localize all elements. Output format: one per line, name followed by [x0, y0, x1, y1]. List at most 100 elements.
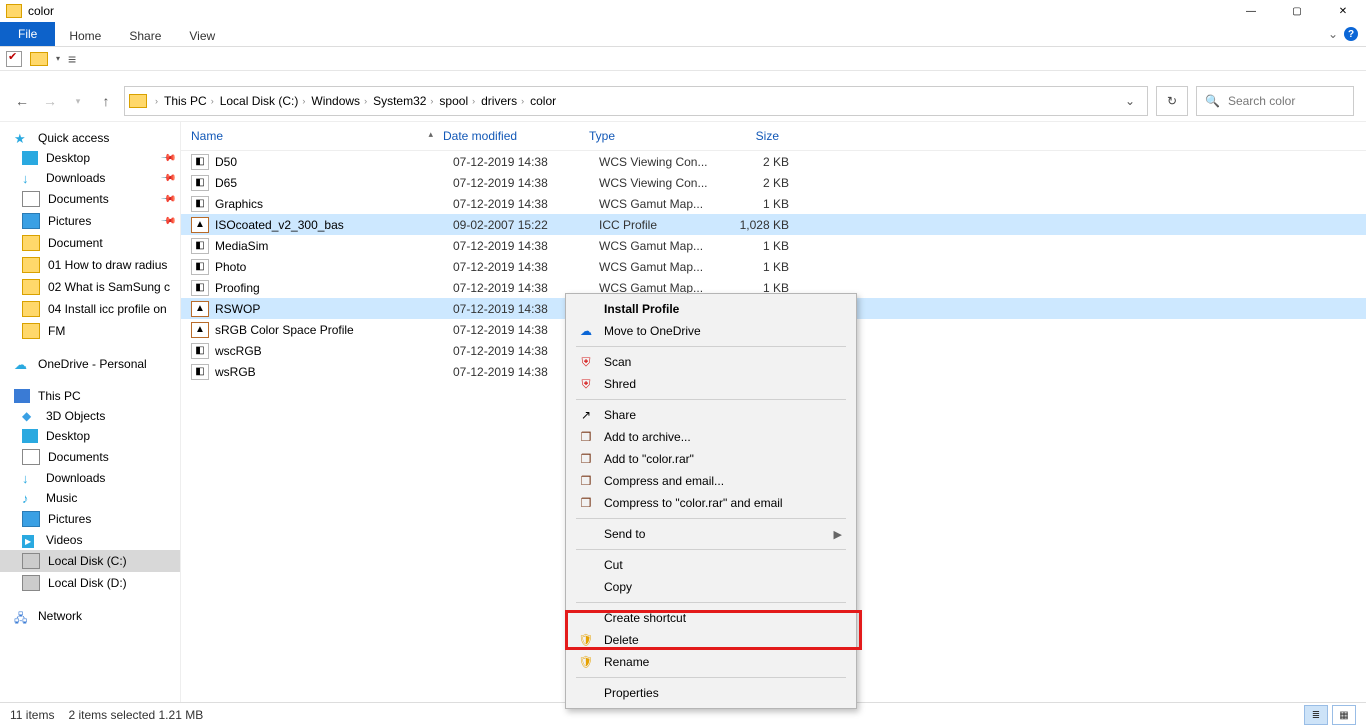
- crumb-system32[interactable]: System32›: [373, 94, 433, 108]
- sidebar-item-document[interactable]: Document: [0, 232, 180, 254]
- help-icon[interactable]: ?: [1344, 27, 1358, 41]
- pc-icon: [14, 389, 30, 403]
- view-details-button[interactable]: ≣: [1304, 705, 1328, 725]
- column-name[interactable]: Name: [191, 129, 223, 143]
- ctx-rename[interactable]: 🛡Rename: [566, 651, 856, 673]
- ctx-scan[interactable]: ⛨Scan: [566, 351, 856, 373]
- view-large-button[interactable]: ▦: [1332, 705, 1356, 725]
- share-icon: ↗: [578, 408, 594, 422]
- ctx-create-shortcut[interactable]: Create shortcut: [566, 607, 856, 629]
- qat-customize-icon[interactable]: ≡: [68, 51, 76, 67]
- ctx-cut[interactable]: Cut: [566, 554, 856, 576]
- sidebar-item-01[interactable]: 01 How to draw radius: [0, 254, 180, 276]
- tab-file[interactable]: File: [0, 22, 55, 46]
- file-row[interactable]: ◧Photo07-12-2019 14:38WCS Gamut Map...1 …: [181, 256, 1366, 277]
- minimize-button[interactable]: —: [1228, 0, 1274, 22]
- file-row[interactable]: ◧Graphics07-12-2019 14:38WCS Gamut Map..…: [181, 193, 1366, 214]
- pin-icon: 📌: [159, 170, 176, 187]
- sidebar-item-downloads2[interactable]: Downloads: [0, 468, 180, 488]
- folder-icon: [22, 323, 40, 339]
- sidebar-network[interactable]: Network: [0, 606, 180, 626]
- crumb-spool[interactable]: spool›: [439, 94, 475, 108]
- qat-properties-icon[interactable]: [6, 51, 22, 67]
- column-date[interactable]: Date modified: [443, 129, 589, 143]
- maximize-button[interactable]: ▢: [1274, 0, 1320, 22]
- column-type[interactable]: Type: [589, 129, 707, 143]
- file-size: 2 KB: [717, 176, 795, 190]
- tab-view[interactable]: View: [175, 22, 229, 46]
- sidebar-item-documents2[interactable]: Documents: [0, 446, 180, 468]
- sidebar-item-desktop[interactable]: Desktop📌: [0, 148, 180, 168]
- ctx-send-to[interactable]: Send to▶: [566, 523, 856, 545]
- ctx-delete[interactable]: 🛡Delete: [566, 629, 856, 651]
- qat-newfolder-icon[interactable]: [30, 52, 48, 66]
- refresh-button[interactable]: ↻: [1156, 86, 1188, 116]
- sidebar-thispc[interactable]: This PC: [0, 386, 180, 406]
- archive-icon: ❒: [578, 474, 594, 488]
- ctx-add-archive[interactable]: ❒Add to archive...: [566, 426, 856, 448]
- sidebar-item-downloads[interactable]: Downloads📌: [0, 168, 180, 188]
- file-size: 1 KB: [717, 239, 795, 253]
- sidebar-item-pictures[interactable]: Pictures📌: [0, 210, 180, 232]
- qat-dropdown-icon[interactable]: ▾: [56, 54, 60, 63]
- sidebar-item-fm[interactable]: FM: [0, 320, 180, 342]
- file-row[interactable]: ◧D5007-12-2019 14:38WCS Viewing Con...2 …: [181, 151, 1366, 172]
- search-input[interactable]: 🔍 Search color: [1196, 86, 1354, 116]
- cloud-icon: [14, 357, 30, 371]
- file-date: 07-12-2019 14:38: [453, 260, 599, 274]
- sidebar-item-music[interactable]: Music: [0, 488, 180, 508]
- ctx-properties[interactable]: Properties: [566, 682, 856, 704]
- sidebar-quick-access[interactable]: Quick access: [0, 128, 180, 148]
- documents-icon: [22, 449, 40, 465]
- tab-home[interactable]: Home: [55, 22, 115, 46]
- pictures-icon: [22, 213, 40, 229]
- recent-dropdown[interactable]: ▾: [68, 96, 88, 107]
- address-dropdown-icon[interactable]: ⌄: [1125, 94, 1135, 108]
- file-name: D65: [215, 176, 453, 190]
- column-size[interactable]: Size: [707, 129, 785, 143]
- forward-button[interactable]: →: [40, 93, 60, 109]
- file-row[interactable]: ◧D6507-12-2019 14:38WCS Viewing Con...2 …: [181, 172, 1366, 193]
- tab-share[interactable]: Share: [115, 22, 175, 46]
- sidebar-item-documents[interactable]: Documents📌: [0, 188, 180, 210]
- crumb-localdisk[interactable]: Local Disk (C:)›: [220, 94, 306, 108]
- ctx-move-onedrive[interactable]: ☁Move to OneDrive: [566, 320, 856, 342]
- navigation-sidebar: Quick access Desktop📌 Downloads📌 Documen…: [0, 122, 181, 712]
- ctx-compress-colorrar-email[interactable]: ❒Compress to "color.rar" and email: [566, 492, 856, 514]
- crumb-color[interactable]: color: [530, 94, 556, 108]
- chevron-right-icon: ▶: [834, 528, 842, 541]
- ctx-copy[interactable]: Copy: [566, 576, 856, 598]
- ctx-share[interactable]: ↗Share: [566, 404, 856, 426]
- sidebar-item-04[interactable]: 04 Install icc profile on: [0, 298, 180, 320]
- ribbon-expand-icon[interactable]: ⌄: [1328, 27, 1338, 41]
- close-button[interactable]: ✕: [1320, 0, 1366, 22]
- archive-icon: ❒: [578, 496, 594, 510]
- ctx-add-colorrar[interactable]: ❒Add to "color.rar": [566, 448, 856, 470]
- ctx-install-profile[interactable]: Install Profile: [566, 298, 856, 320]
- ctx-compress-email[interactable]: ❒Compress and email...: [566, 470, 856, 492]
- pictures-icon: [22, 511, 40, 527]
- desktop-icon: [22, 151, 38, 165]
- sidebar-item-3dobjects[interactable]: 3D Objects: [0, 406, 180, 426]
- crumb-thispc[interactable]: This PC›: [164, 94, 214, 108]
- address-bar[interactable]: › This PC› Local Disk (C:)› Windows› Sys…: [124, 86, 1148, 116]
- sidebar-item-localdisk-c[interactable]: Local Disk (C:): [0, 550, 180, 572]
- sidebar-item-pictures2[interactable]: Pictures: [0, 508, 180, 530]
- ctx-shred[interactable]: ⛨Shred: [566, 373, 856, 395]
- sidebar-item-videos[interactable]: Videos: [0, 530, 180, 550]
- up-button[interactable]: ↑: [96, 93, 116, 109]
- folder-icon: [22, 235, 40, 251]
- crumb-windows[interactable]: Windows›: [311, 94, 367, 108]
- search-placeholder: Search color: [1228, 94, 1295, 108]
- file-size: 1,028 KB: [717, 218, 795, 232]
- file-row[interactable]: ▲ISOcoated_v2_300_bas09-02-2007 15:22ICC…: [181, 214, 1366, 235]
- status-selection: 2 items selected 1.21 MB: [68, 708, 203, 722]
- file-row[interactable]: ◧MediaSim07-12-2019 14:38WCS Gamut Map..…: [181, 235, 1366, 256]
- sidebar-onedrive[interactable]: OneDrive - Personal: [0, 354, 180, 374]
- sidebar-item-desktop2[interactable]: Desktop: [0, 426, 180, 446]
- sidebar-item-02[interactable]: 02 What is SamSung c: [0, 276, 180, 298]
- back-button[interactable]: ←: [12, 93, 32, 109]
- crumb-drivers[interactable]: drivers›: [481, 94, 524, 108]
- sidebar-item-localdisk-d[interactable]: Local Disk (D:): [0, 572, 180, 594]
- address-folder-icon: [129, 94, 147, 108]
